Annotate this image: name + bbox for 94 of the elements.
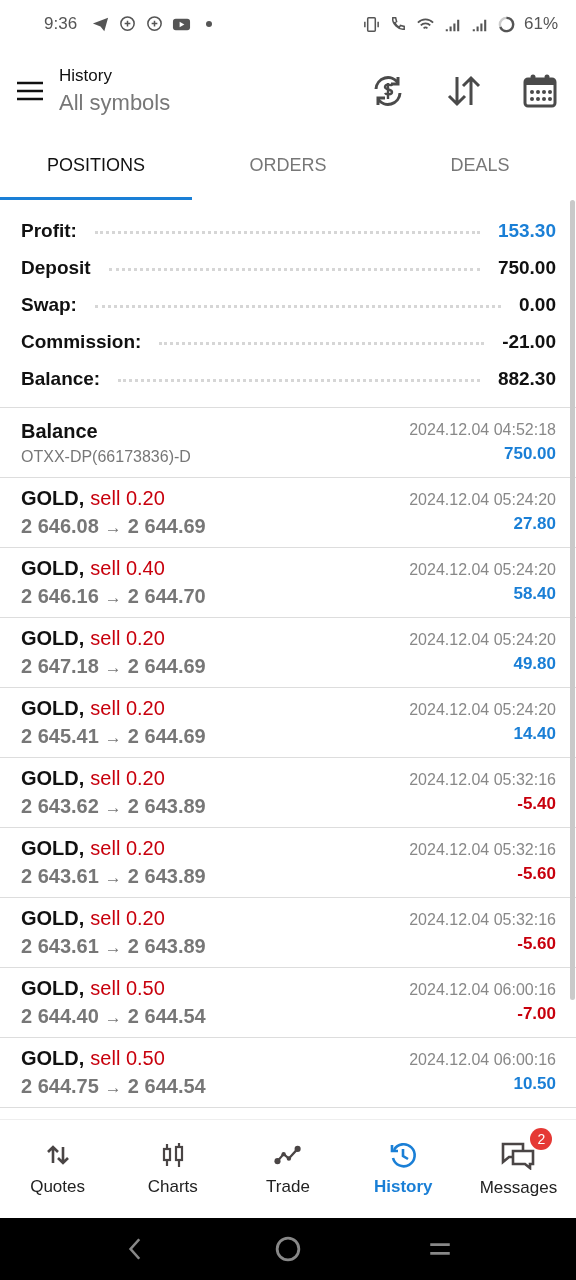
- trade-side: sell 0.50: [90, 977, 165, 1000]
- summary-value: 153.30: [497, 219, 556, 242]
- entry-time: 2024.12.04 06:00:16: [409, 981, 556, 999]
- symbol-name: GOLD,: [21, 697, 85, 720]
- summary-value: -21.00: [502, 330, 556, 353]
- open-price: 2 647.18: [21, 655, 99, 678]
- close-price: 2 644.69: [127, 725, 206, 748]
- profit-amount: -5.60: [517, 934, 556, 954]
- profit-amount: 10.50: [513, 1074, 556, 1094]
- screen-title: History: [59, 66, 113, 86]
- sort-icon[interactable]: [446, 73, 482, 109]
- trade-side: sell 0.50: [90, 1047, 165, 1070]
- symbol-name: GOLD,: [21, 487, 85, 510]
- arrow-glyph: →: [104, 588, 122, 608]
- menu-icon[interactable]: [16, 80, 44, 102]
- chat-plus-icon: [145, 14, 165, 34]
- profit-amount: -5.60: [517, 864, 556, 884]
- summary-value: 0.00: [519, 293, 556, 316]
- summary-label: Commission:: [21, 330, 142, 353]
- arrow-glyph: →: [104, 1078, 122, 1098]
- open-price: 2 646.16: [21, 585, 99, 608]
- summary-label: Deposit: [21, 256, 91, 279]
- symbol-filter[interactable]: All symbols: [59, 90, 171, 116]
- entry-time: 2024.12.04 04:52:18: [409, 421, 556, 439]
- close-price: 2 644.54: [127, 1005, 206, 1028]
- close-price: 2 644.69: [127, 515, 206, 538]
- trade-side: sell 0.20: [90, 837, 165, 860]
- summary-label: Profit:: [21, 219, 77, 242]
- profit-amount: 58.40: [513, 584, 556, 604]
- symbol-name: GOLD,: [21, 977, 85, 1000]
- unread-badge: 2: [530, 1128, 553, 1150]
- dot-icon: [205, 20, 214, 28]
- summary-value: 750.00: [497, 256, 556, 279]
- history-row[interactable]: GOLD, sell 0.50 2 644.75 → 2 644.54 2024.12.04 06:00:16 10.50: [0, 1038, 576, 1108]
- profit-amount: 49.80: [513, 654, 556, 674]
- open-price: 2 643.61: [21, 935, 99, 958]
- symbol-name: GOLD,: [21, 907, 85, 930]
- calendar-icon[interactable]: [522, 73, 558, 109]
- arrow-glyph: →: [104, 1008, 122, 1028]
- entry-time: 2024.12.04 05:24:20: [409, 631, 556, 649]
- arrow-glyph: →: [104, 658, 122, 678]
- profit-amount: 14.40: [513, 724, 556, 744]
- symbol-name: GOLD,: [21, 837, 85, 860]
- arrow-glyph: →: [104, 938, 122, 958]
- entry-time: 2024.12.04 05:24:20: [409, 491, 556, 509]
- vibrate-icon: [361, 14, 381, 34]
- arrow-glyph: →: [104, 868, 122, 888]
- entry-comment: OTXX-DP(66173836)-D: [21, 447, 191, 466]
- profit-amount: -7.00: [517, 1004, 556, 1024]
- close-price: 2 644.70: [127, 585, 206, 608]
- open-price: 2 645.41: [21, 725, 99, 748]
- trade-side: sell 0.20: [90, 697, 165, 720]
- trade-side: sell 0.20: [90, 907, 165, 930]
- symbol-name: GOLD,: [21, 627, 85, 650]
- summary-value: 882.30: [497, 367, 556, 390]
- trade-side: sell 0.40: [90, 557, 165, 580]
- status-time: 9:36: [44, 14, 78, 34]
- close-price: 2 643.89: [127, 865, 206, 888]
- arrow-glyph: →: [104, 728, 122, 748]
- history-clock-icon: [389, 1141, 418, 1169]
- entry-time: 2024.12.04 05:32:16: [409, 841, 556, 859]
- trade-side: sell 0.20: [90, 767, 165, 790]
- close-price: 2 644.54: [127, 1075, 206, 1098]
- summary-label: Balance:: [21, 367, 101, 390]
- open-price: 2 644.75: [21, 1075, 99, 1098]
- trade-side: sell 0.20: [90, 487, 165, 510]
- battery-ring-icon: [496, 14, 516, 34]
- open-price: 2 644.40: [21, 1005, 99, 1028]
- chat-bubbles-icon: [500, 1140, 537, 1170]
- symbol-name: GOLD,: [21, 557, 85, 580]
- battery-percent: 61%: [523, 14, 558, 34]
- symbol-name: GOLD,: [21, 1047, 85, 1070]
- entry-time: 2024.12.04 05:24:20: [409, 561, 556, 579]
- trade-side: sell 0.20: [90, 627, 165, 650]
- open-price: 2 643.62: [21, 795, 99, 818]
- close-price: 2 643.89: [127, 935, 206, 958]
- profit-amount: -5.40: [517, 794, 556, 814]
- profit-amount: 27.80: [513, 514, 556, 534]
- open-price: 2 646.08: [21, 515, 99, 538]
- entry-time: 2024.12.04 05:32:16: [409, 771, 556, 789]
- home-icon[interactable]: [275, 1236, 301, 1262]
- close-price: 2 643.89: [127, 795, 206, 818]
- arrow-glyph: →: [104, 518, 122, 538]
- entry-time: 2024.12.04 05:32:16: [409, 911, 556, 929]
- profit-amount: 750.00: [504, 444, 556, 464]
- arrow-glyph: →: [104, 798, 122, 818]
- open-price: 2 643.61: [21, 865, 99, 888]
- close-price: 2 644.69: [127, 655, 206, 678]
- chat-plus-icon: [118, 14, 138, 34]
- summary-label: Swap:: [21, 293, 77, 316]
- entry-time: 2024.12.04 05:24:20: [409, 701, 556, 719]
- entry-title: Balance: [21, 419, 99, 443]
- symbol-name: GOLD,: [21, 767, 85, 790]
- entry-time: 2024.12.04 06:00:16: [409, 1051, 556, 1069]
